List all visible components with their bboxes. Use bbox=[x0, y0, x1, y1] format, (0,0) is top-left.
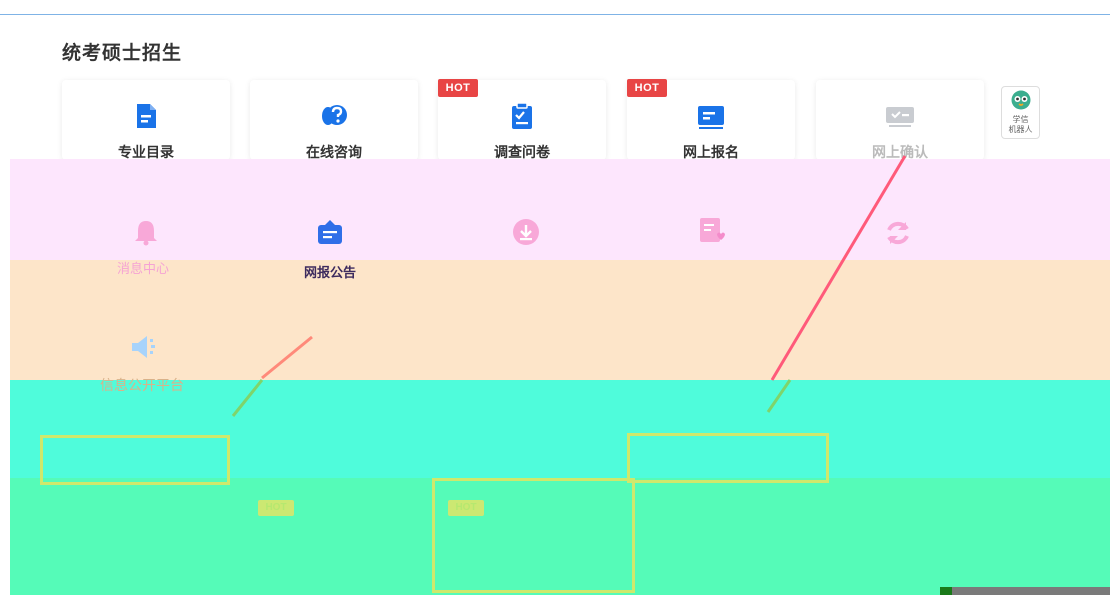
ghost-frame-bottom bbox=[432, 478, 635, 593]
section-title: 统考硕士招生 bbox=[62, 43, 183, 64]
bottom-bar bbox=[944, 587, 1110, 595]
confirm-icon bbox=[886, 107, 914, 127]
row2-label-notice[interactable]: 网报公告 bbox=[304, 262, 356, 281]
bell-icon[interactable] bbox=[132, 218, 160, 246]
row2-label-message[interactable]: 消息中心 bbox=[117, 258, 169, 277]
card-survey[interactable]: HOT 调查问卷 bbox=[438, 79, 606, 160]
refresh-icon[interactable] bbox=[884, 219, 912, 247]
card-major-catalog[interactable]: 专业目录 bbox=[62, 80, 230, 160]
page-canvas: 统考硕士招生 专业目录 在线咨询 HOT 调查问卷 HOT 网上报名 网上确认 … bbox=[0, 0, 1110, 595]
row3-label-info[interactable]: 信息公开平台 bbox=[100, 375, 184, 395]
robot-label-line1: 学信 bbox=[1012, 115, 1029, 124]
robot-label-line2: 机器人 bbox=[1008, 125, 1033, 134]
online-form-icon bbox=[698, 106, 724, 129]
robot-avatar-icon bbox=[1011, 90, 1031, 110]
top-divider bbox=[0, 14, 1110, 15]
hot-badge: HOT bbox=[438, 79, 478, 97]
clipboard-check-icon bbox=[512, 102, 532, 129]
card-online-consult[interactable]: 在线咨询 bbox=[250, 80, 418, 160]
card-online-registration[interactable]: HOT 网上报名 bbox=[627, 79, 795, 160]
favorite-doc-icon[interactable] bbox=[697, 216, 725, 244]
speaker-icon[interactable] bbox=[130, 333, 158, 361]
download-icon[interactable] bbox=[512, 218, 540, 246]
peach-band bbox=[10, 260, 1110, 380]
ghost-frame-right bbox=[627, 433, 829, 483]
hot-badge: HOT bbox=[627, 79, 667, 97]
pink-band bbox=[10, 159, 1110, 260]
card-online-confirm[interactable]: 网上确认 bbox=[816, 80, 984, 160]
ghost-hot-badge: HOT bbox=[448, 500, 484, 516]
robot-assistant-button[interactable]: 学信 机器人 bbox=[1001, 86, 1040, 139]
ghost-hot-badge: HOT bbox=[258, 500, 294, 516]
bottom-bar-marker bbox=[940, 587, 952, 595]
ghost-frame-left bbox=[40, 435, 230, 485]
catalog-doc-icon bbox=[137, 104, 156, 128]
chat-question-icon bbox=[322, 105, 347, 125]
notice-box-icon[interactable] bbox=[316, 218, 344, 246]
